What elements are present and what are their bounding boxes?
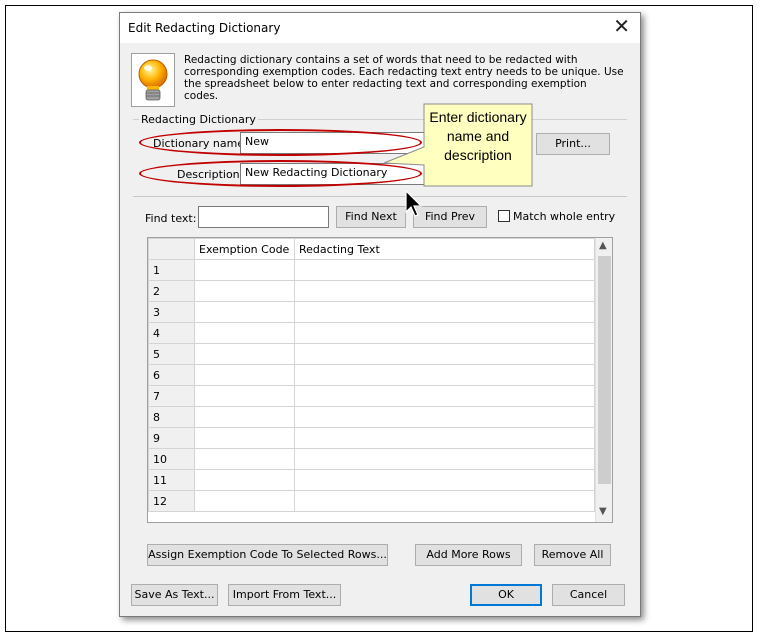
callout-balloon — [383, 103, 533, 187]
mouse-pointer-icon — [405, 190, 423, 217]
callout-text: Enter dictionary name and description — [429, 109, 527, 163]
